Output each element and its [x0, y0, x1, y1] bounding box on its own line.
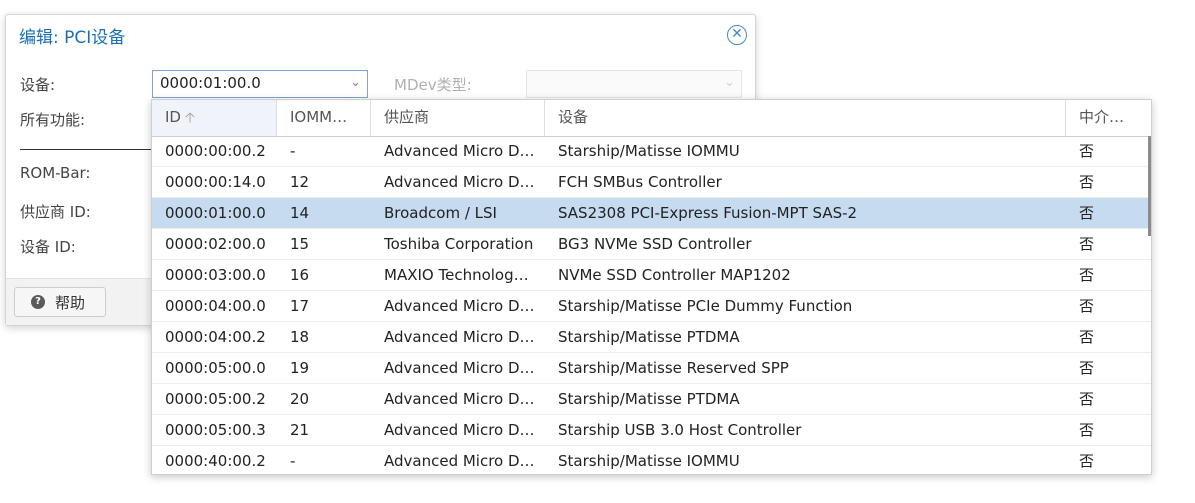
column-header-iommu[interactable]: IOMM…: [277, 100, 371, 136]
cell-id: 0000:04:00.2: [165, 328, 266, 346]
column-header-mediated[interactable]: 中介…: [1066, 100, 1151, 136]
cell-id: 0000:05:00.2: [165, 390, 266, 408]
cell-iommu: 16: [290, 266, 310, 284]
cell-vendor: Advanced Micro D…: [384, 173, 535, 191]
column-header-id-label: ID: [165, 108, 181, 126]
cell-mediated: 否: [1079, 173, 1095, 191]
table-row[interactable]: 0000:40:00.2 - Advanced Micro D… Starship/M…: [152, 446, 1151, 474]
section-divider: [20, 149, 160, 150]
cell-mediated: 否: [1079, 390, 1095, 408]
cell-mediated: 否: [1079, 421, 1095, 439]
table-row[interactable]: 0000:02:00.0 15 Toshiba Corporation BG3 NVM…: [152, 229, 1151, 260]
dialog-title: 编辑: PCI设备: [19, 28, 126, 48]
cell-mediated: 否: [1079, 204, 1095, 222]
cell-device: FCH SMBus Controller: [558, 173, 722, 191]
cell-device: Starship/Matisse PTDMA: [558, 390, 740, 408]
scrollbar[interactable]: [1148, 136, 1151, 236]
cell-id: 0000:00:14.0: [165, 173, 266, 191]
all-functions-label: 所有功能:: [20, 111, 86, 129]
column-header-device-label: 设备: [558, 108, 589, 126]
cell-mediated: 否: [1079, 297, 1095, 315]
table-row[interactable]: 0000:05:00.3 21 Advanced Micro D… Starship …: [152, 415, 1151, 446]
cell-id: 0000:40:00.2: [165, 452, 266, 470]
cell-id: 0000:05:00.0: [165, 359, 266, 377]
device-combobox[interactable]: 0000:01:00.0 ⌄: [152, 70, 368, 98]
grid-header: ID 🡡 IOMM… 供应商 设备 中介…: [152, 100, 1151, 137]
cell-mediated: 否: [1079, 266, 1095, 284]
sort-ascending-icon: 🡡: [184, 110, 196, 126]
table-row[interactable]: 0000:00:14.0 12 Advanced Micro D… FCH SMBus…: [152, 167, 1151, 198]
device-id-label: 设备 ID:: [20, 238, 76, 256]
cell-device: BG3 NVMe SSD Controller: [558, 235, 752, 253]
cell-iommu: 21: [290, 421, 310, 439]
cell-iommu: 12: [290, 173, 310, 191]
close-icon[interactable]: ✕: [727, 25, 747, 45]
cell-id: 0000:04:00.0: [165, 297, 266, 315]
cell-mediated: 否: [1079, 452, 1095, 470]
cell-vendor: Advanced Micro D…: [384, 142, 535, 160]
dialog-header: 编辑: PCI设备 ✕: [6, 15, 755, 53]
cell-iommu: -: [290, 452, 296, 470]
table-row[interactable]: 0000:03:00.0 16 MAXIO Technolog… NVMe SSD C…: [152, 260, 1151, 291]
device-picker-dropdown: ID 🡡 IOMM… 供应商 设备 中介… 0000:00:00.2 - Advanc…: [151, 99, 1152, 475]
device-combobox-value: 0000:01:00.0: [160, 74, 261, 92]
column-header-mediated-label: 中介…: [1079, 108, 1125, 126]
table-row[interactable]: 0000:00:00.2 - Advanced Micro D… Starship/M…: [152, 136, 1151, 167]
cell-iommu: 17: [290, 297, 310, 315]
cell-vendor: Broadcom / LSI: [384, 204, 497, 222]
cell-vendor: Advanced Micro D…: [384, 297, 535, 315]
cell-id: 0000:00:00.2: [165, 142, 266, 160]
cell-iommu: -: [290, 142, 296, 160]
grid-body: 0000:00:00.2 - Advanced Micro D… Starship/M…: [152, 136, 1151, 474]
chevron-down-icon[interactable]: ⌄: [350, 75, 361, 90]
cell-iommu: 15: [290, 235, 310, 253]
help-button[interactable]: ? 帮助: [14, 287, 106, 317]
column-header-device[interactable]: 设备: [545, 100, 1066, 136]
cell-device: Starship/Matisse IOMMU: [558, 452, 740, 470]
cell-device: Starship/Matisse PCIe Dummy Function: [558, 297, 853, 315]
cell-id: 0000:01:00.0: [165, 204, 266, 222]
device-label: 设备:: [20, 76, 56, 94]
cell-device: Starship/Matisse IOMMU: [558, 142, 740, 160]
cell-vendor: MAXIO Technolog…: [384, 266, 529, 284]
cell-vendor: Advanced Micro D…: [384, 328, 535, 346]
table-row[interactable]: 0000:05:00.2 20 Advanced Micro D… Starship/…: [152, 384, 1151, 415]
vendor-id-label: 供应商 ID:: [20, 203, 91, 221]
mdev-type-label: MDev类型:: [394, 76, 472, 94]
cell-vendor: Toshiba Corporation: [384, 235, 534, 253]
table-row[interactable]: 0000:04:00.0 17 Advanced Micro D… Starship/…: [152, 291, 1151, 322]
table-row[interactable]: 0000:05:00.0 19 Advanced Micro D… Starship/…: [152, 353, 1151, 384]
cell-device: Starship/Matisse Reserved SPP: [558, 359, 789, 377]
mdev-type-combobox: ⌄: [526, 70, 742, 98]
cell-iommu: 19: [290, 359, 310, 377]
cell-device: SAS2308 PCI-Express Fusion-MPT SAS-2: [558, 204, 858, 222]
table-row[interactable]: 0000:01:00.0 14 Broadcom / LSI SAS2308 PCI-…: [152, 198, 1151, 229]
chevron-down-icon: ⌄: [724, 75, 735, 90]
cell-vendor: Advanced Micro D…: [384, 421, 535, 439]
cell-mediated: 否: [1079, 142, 1095, 160]
cell-device: NVMe SSD Controller MAP1202: [558, 266, 791, 284]
cell-id: 0000:05:00.3: [165, 421, 266, 439]
help-button-label: 帮助: [55, 294, 86, 312]
cell-mediated: 否: [1079, 328, 1095, 346]
column-header-vendor[interactable]: 供应商: [371, 100, 545, 136]
cell-mediated: 否: [1079, 359, 1095, 377]
cell-vendor: Advanced Micro D…: [384, 359, 535, 377]
column-header-iommu-label: IOMM…: [290, 108, 348, 126]
question-icon: ?: [31, 295, 45, 309]
cell-iommu: 20: [290, 390, 310, 408]
cell-iommu: 14: [290, 204, 310, 222]
cell-device: Starship/Matisse PTDMA: [558, 328, 740, 346]
cell-device: Starship USB 3.0 Host Controller: [558, 421, 802, 439]
cell-vendor: Advanced Micro D…: [384, 452, 535, 470]
cell-id: 0000:03:00.0: [165, 266, 266, 284]
column-header-id[interactable]: ID 🡡: [152, 100, 277, 136]
cell-id: 0000:02:00.0: [165, 235, 266, 253]
column-header-vendor-label: 供应商: [384, 108, 430, 126]
rom-bar-label: ROM-Bar:: [20, 164, 91, 182]
cell-mediated: 否: [1079, 235, 1095, 253]
cell-vendor: Advanced Micro D…: [384, 390, 535, 408]
cell-iommu: 18: [290, 328, 310, 346]
table-row[interactable]: 0000:04:00.2 18 Advanced Micro D… Starship/…: [152, 322, 1151, 353]
